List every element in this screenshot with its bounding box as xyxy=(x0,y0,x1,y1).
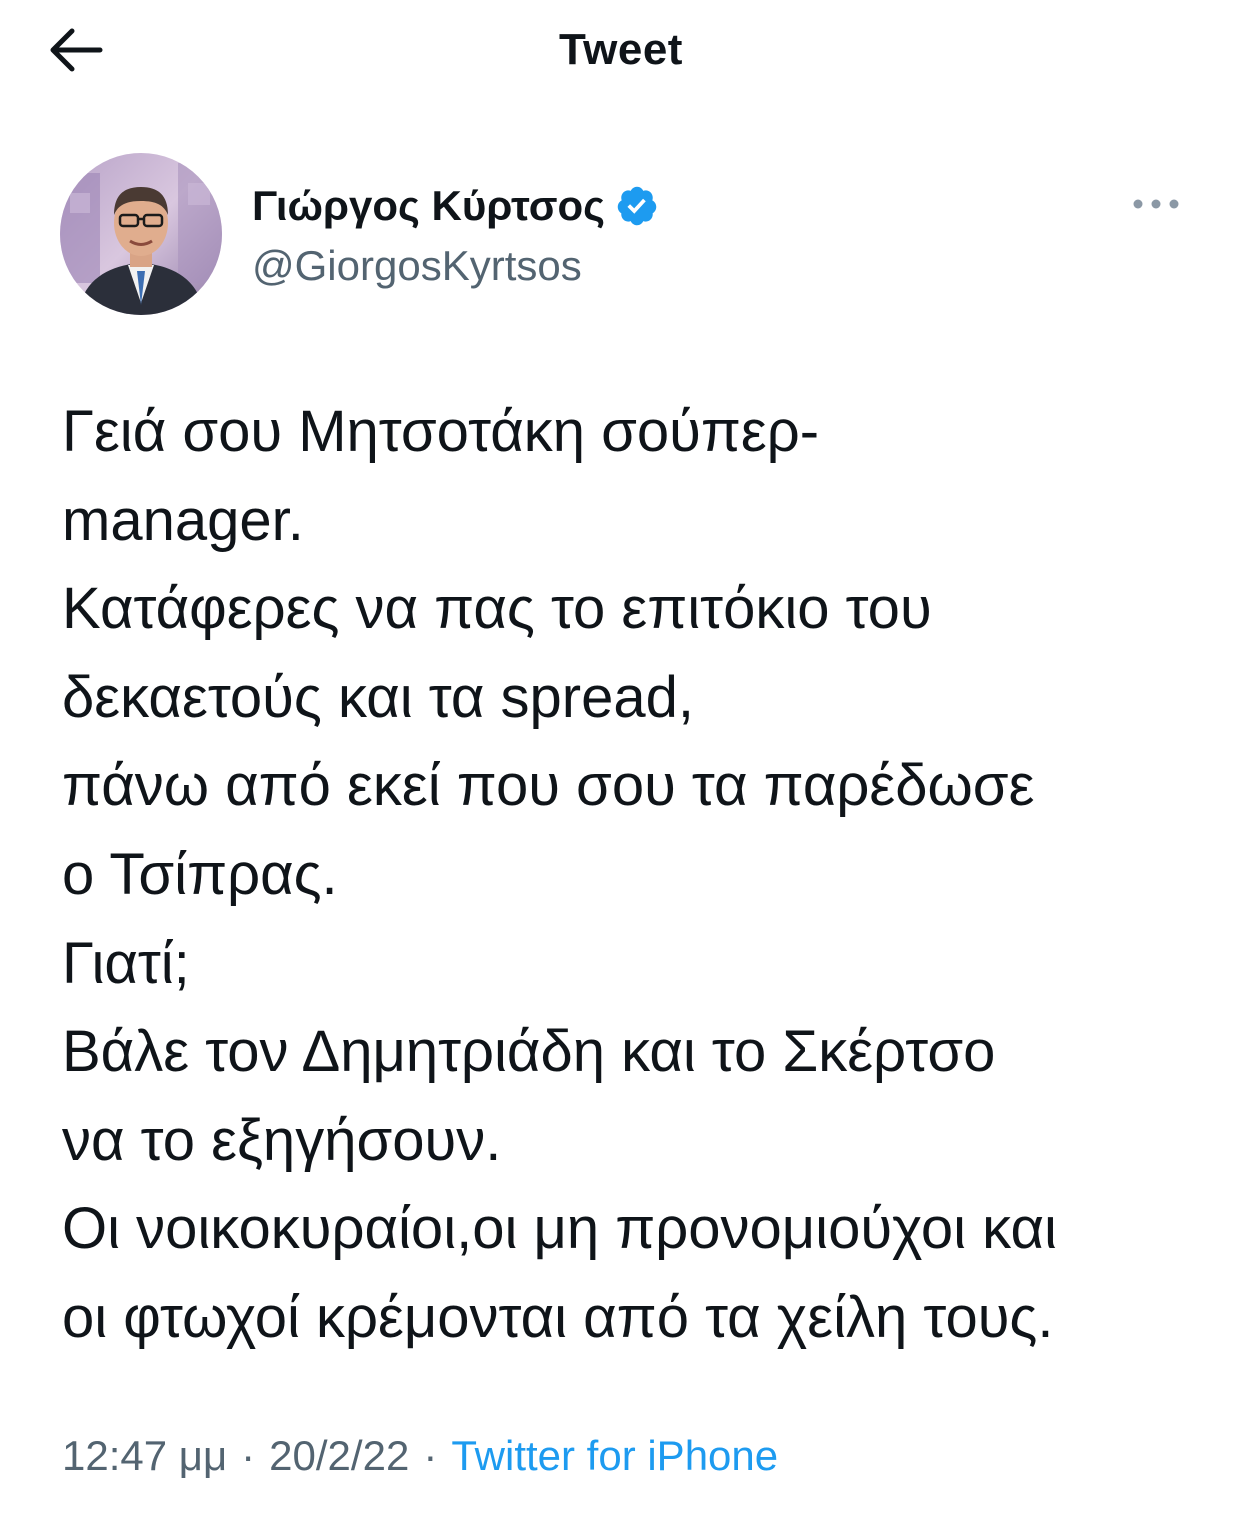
more-options-icon xyxy=(1133,199,1179,209)
more-options-button[interactable] xyxy=(1130,186,1182,222)
author-info: Γιώργος Κύρτσος @GiorgosKyrtsos xyxy=(252,178,659,294)
separator-dot: · xyxy=(241,1432,256,1479)
tweet-source-link[interactable]: Twitter for iPhone xyxy=(451,1432,778,1479)
tweet-date[interactable]: 20/2/22 xyxy=(269,1432,409,1479)
top-bar: Tweet xyxy=(0,0,1242,100)
verified-badge-icon xyxy=(617,186,657,226)
separator-dot: · xyxy=(423,1432,438,1479)
user-handle[interactable]: @GiorgosKyrtsos xyxy=(252,238,659,294)
display-name[interactable]: Γιώργος Κύρτσος xyxy=(252,178,605,234)
display-name-row: Γιώργος Κύρτσος xyxy=(252,178,659,234)
tweet-time[interactable]: 12:47 μμ xyxy=(62,1432,227,1479)
tweet-metadata: 12:47 μμ · 20/2/22 · Twitter for iPhone xyxy=(62,1428,778,1484)
profile-photo xyxy=(60,153,222,315)
tweet-text: Γειά σου Μητσοτάκη σούπερ- manager. Κατά… xyxy=(62,399,1057,1350)
avatar[interactable] xyxy=(60,153,222,315)
page-title: Tweet xyxy=(559,25,683,74)
